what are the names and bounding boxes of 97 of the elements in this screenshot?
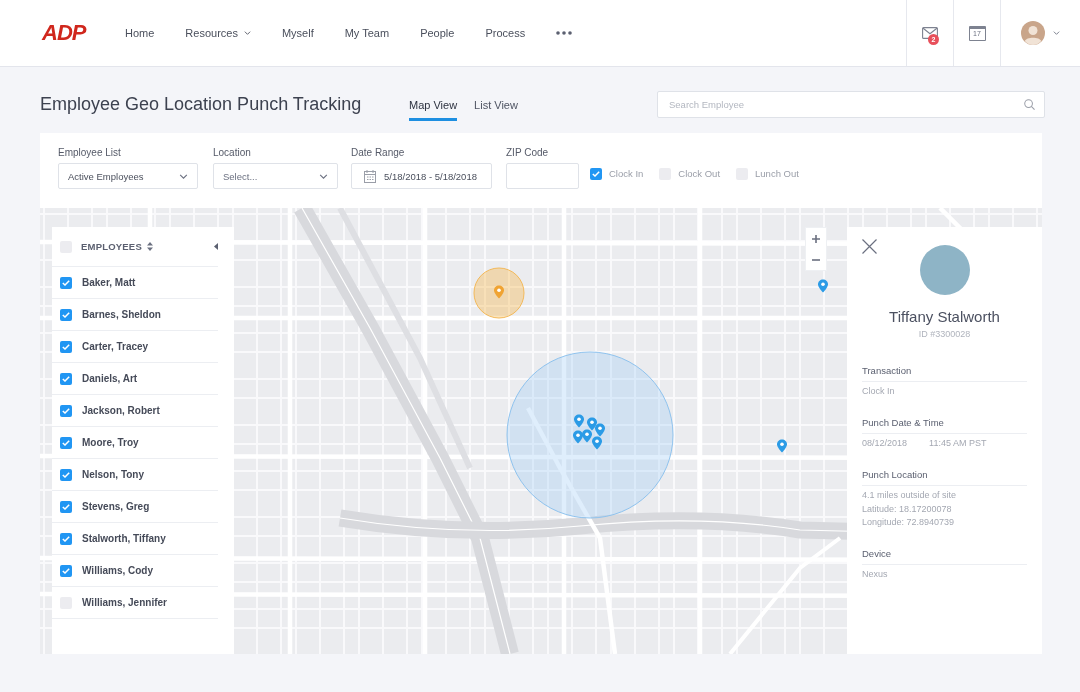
sort-icon [146, 242, 153, 251]
map-pin-icon[interactable] [595, 423, 605, 437]
employee-name: Moore, Troy [82, 436, 139, 449]
close-button[interactable] [862, 239, 877, 254]
filter-checkbox[interactable] [590, 168, 602, 180]
zip-code-field[interactable] [506, 163, 579, 189]
employee-checkbox[interactable] [60, 308, 72, 321]
nav-link[interactable]: Resources [185, 26, 251, 40]
map-pin-icon[interactable] [582, 429, 592, 443]
employee-checkbox[interactable] [60, 372, 72, 385]
checkmark-icon [62, 535, 70, 542]
employee-name: Carter, Tracey [82, 340, 149, 353]
employee-checkbox[interactable] [60, 500, 72, 513]
detail-label: Punch Date & Time [862, 417, 944, 428]
map-pin-icon[interactable] [587, 417, 597, 431]
employee-checkbox[interactable] [60, 276, 72, 289]
checkmark-icon [62, 503, 70, 510]
field-label: ZIP Code [506, 147, 549, 159]
map-pin-icon[interactable] [818, 279, 828, 293]
employee-name: Stevens, Greg [82, 500, 150, 513]
employees-sort-button[interactable]: EMPLOYEES [81, 240, 153, 253]
employee-name-heading: Tiffany Stalworth [889, 308, 1000, 326]
chevron-down-icon [179, 173, 188, 179]
employee-checkbox[interactable] [60, 436, 72, 449]
map-pin-icon[interactable] [574, 414, 584, 428]
chevron-down-icon [1053, 31, 1060, 35]
checkbox-label: Clock Out [678, 168, 721, 180]
view-tab[interactable]: List View [474, 91, 518, 121]
detail-value: 11:45 AM PST [929, 437, 987, 449]
collapse-icon [214, 243, 218, 250]
checkbox-label: Lunch Out [755, 168, 799, 180]
detail-value: 08/12/2018 [862, 437, 908, 449]
detail-value: Longitude: 72.8940739 [862, 516, 955, 528]
employee-checkbox[interactable] [60, 340, 72, 353]
more-icon [556, 31, 573, 35]
dropdown-field[interactable]: Select... [213, 163, 338, 189]
employee-name: Stalworth, Tiffany [82, 532, 166, 545]
brand-logo[interactable]: ADP [42, 21, 86, 45]
plus-icon [812, 234, 820, 243]
nav-link[interactable]: Process [485, 26, 526, 40]
employee-name: Williams, Cody [82, 564, 154, 577]
employee-name: Jackson, Robert [82, 404, 160, 417]
nav-link[interactable]: Myself [281, 26, 314, 40]
page-title: Employee Geo Location Punch Tracking [40, 93, 362, 116]
map-pin-icon[interactable] [494, 285, 504, 299]
close-icon [862, 239, 877, 254]
more-menu-button[interactable] [556, 31, 573, 35]
checkmark-icon [62, 343, 70, 350]
mail-icon [922, 27, 938, 39]
nav-link[interactable]: People [420, 26, 455, 40]
map-pin-icon[interactable] [777, 439, 787, 453]
nav-link[interactable]: My Team [344, 26, 390, 40]
field-label: Employee List [58, 147, 121, 159]
detail-value: Latitude: 18.17200078 [862, 502, 952, 515]
photo-placeholder [919, 245, 970, 295]
checkmark-icon [62, 375, 70, 382]
geofence-circle [473, 267, 525, 319]
checkmark-icon [62, 439, 70, 446]
map-pin-icon[interactable] [573, 430, 583, 444]
map-pin-icon[interactable] [592, 436, 602, 450]
chevron-down-icon [243, 31, 251, 35]
employee-name: Nelson, Tony [82, 468, 145, 481]
employee-checkbox[interactable] [60, 564, 72, 577]
dropdown-field[interactable]: Active Employees [58, 163, 198, 189]
view-tab[interactable]: Map View [409, 91, 458, 121]
detail-value: 4.1 miles outside of site [862, 489, 957, 501]
employee-name: Williams, Jennifer [82, 596, 167, 609]
nav-link[interactable]: Home [125, 26, 155, 40]
detail-label: Punch Location [862, 469, 928, 480]
employee-checkbox[interactable] [60, 532, 72, 545]
date-range-field[interactable]: 5/18/2018 - 5/18/2018 [351, 163, 492, 189]
detail-value: Clock In [862, 385, 895, 397]
detail-value: Nexus [862, 568, 888, 580]
checkmark-icon [62, 279, 70, 286]
checkmark-icon [62, 407, 70, 414]
avatar-icon [1021, 21, 1045, 45]
employee-name: Barnes, Sheldon [82, 308, 161, 321]
collapse-button[interactable] [214, 243, 218, 250]
detail-label: Transaction [862, 365, 912, 376]
checkmark-icon [62, 311, 70, 318]
search-field[interactable]: Search Employee [657, 91, 1045, 118]
calendar-icon [364, 169, 376, 183]
detail-label: Device [862, 548, 892, 559]
employee-checkbox[interactable] [60, 468, 72, 481]
employee-id: ID #3300028 [918, 328, 971, 340]
chevron-down-icon [319, 173, 328, 179]
employee-checkbox[interactable] [60, 404, 72, 417]
employee-name: Daniels, Art [82, 372, 138, 385]
checkmark-icon [62, 567, 70, 574]
checkbox-label: Clock In [609, 168, 644, 180]
minus-icon [812, 258, 820, 261]
field-label: Location [213, 147, 251, 159]
field-label: Date Range [351, 147, 405, 159]
employee-name: Baker, Matt [82, 276, 136, 289]
checkmark-icon [592, 171, 600, 177]
checkmark-icon [62, 471, 70, 478]
search-icon [1024, 99, 1035, 110]
